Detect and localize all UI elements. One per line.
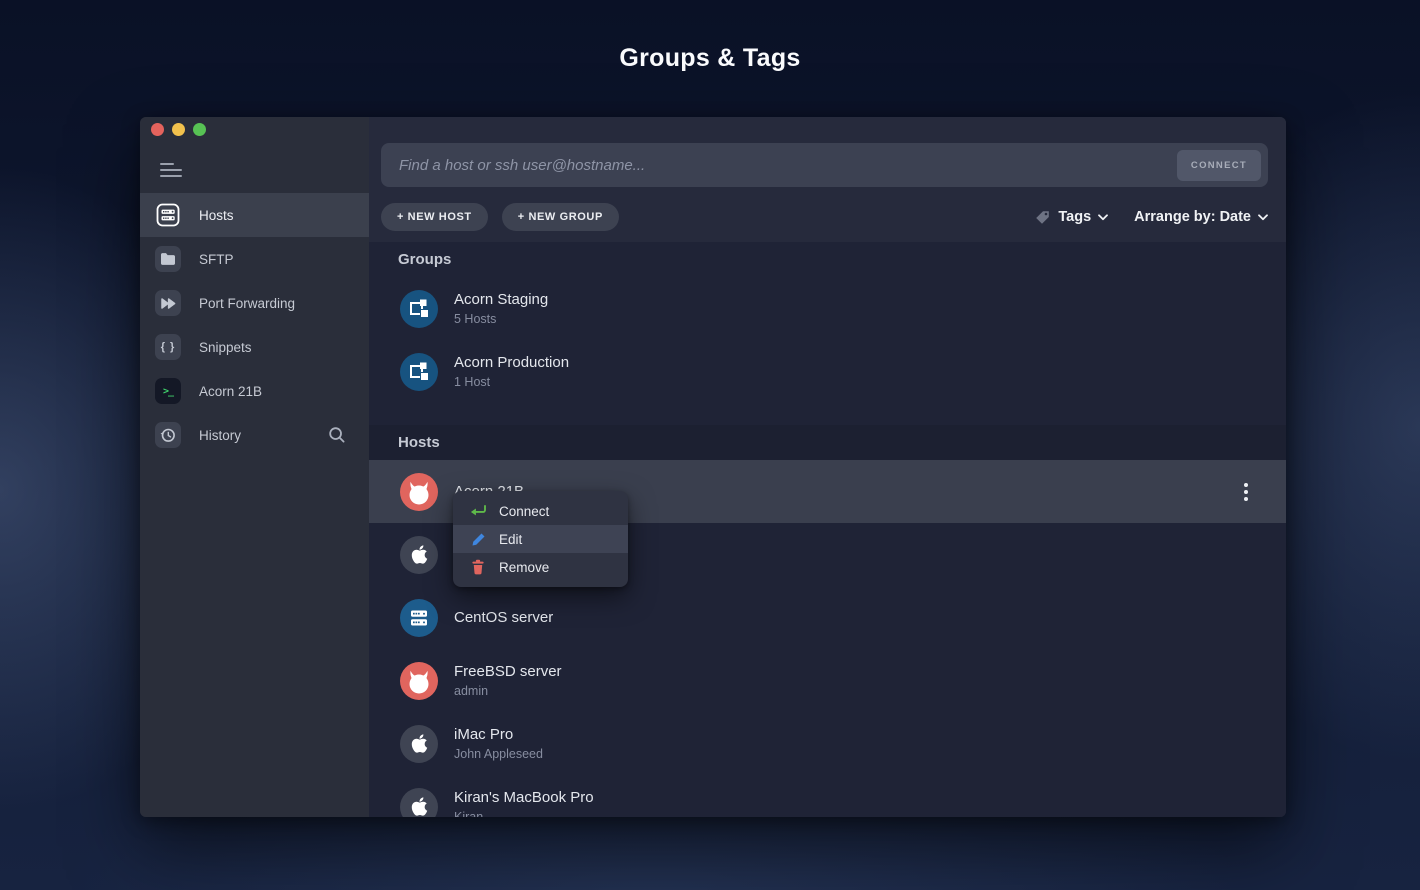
apple-icon xyxy=(400,535,438,574)
tag-icon xyxy=(1036,210,1050,224)
pencil-icon xyxy=(468,532,488,547)
traffic-lights xyxy=(140,117,369,136)
sidebar-item-acorn-21b[interactable]: >_ Acorn 21B xyxy=(140,369,369,413)
list-controls: Tags Arrange by: Date xyxy=(1034,209,1268,226)
sidebar-item-snippets[interactable]: { } Snippets xyxy=(140,325,369,369)
tags-dropdown[interactable]: Tags xyxy=(1034,209,1109,226)
group-name: Acorn Production xyxy=(454,354,570,371)
search-placeholder: Find a host or ssh user@hostname... xyxy=(399,156,646,174)
apple-icon xyxy=(400,724,438,763)
group-host-count: 1 Host xyxy=(454,375,491,389)
trash-icon xyxy=(468,559,488,575)
host-row-kirans-macbook-pro[interactable]: Kiran's MacBook Pro Kiran xyxy=(369,775,1286,817)
forward-arrows-icon xyxy=(155,290,181,316)
host-name: FreeBSD server xyxy=(454,663,562,680)
sidebar-item-port-forwarding[interactable]: Port Forwarding xyxy=(140,281,369,325)
host-row-imac-pro[interactable]: iMac Pro John Appleseed xyxy=(369,712,1286,775)
host-name: Kiran's MacBook Pro xyxy=(454,789,594,806)
sidebar-item-label: Port Forwarding xyxy=(199,295,296,311)
close-window-button[interactable] xyxy=(151,123,164,136)
host-context-menu: Connect Edit Remove xyxy=(453,491,628,587)
terminal-icon: >_ xyxy=(155,378,181,404)
main-panel: Find a host or ssh user@hostname... CONN… xyxy=(369,117,1286,817)
sidebar-nav: Hosts SFTP Port Forwarding {} Snippets … xyxy=(140,193,369,457)
sidebar-item-history[interactable]: History xyxy=(140,413,369,457)
context-menu-item-connect[interactable]: Connect xyxy=(453,497,628,525)
host-name: CentOS server xyxy=(454,609,554,626)
curly-braces-icon: { } xyxy=(155,334,181,360)
host-row-freebsd-server[interactable]: FreeBSD server admin xyxy=(369,649,1286,712)
host-name: iMac Pro xyxy=(454,726,514,743)
apple-icon xyxy=(400,787,438,817)
context-menu-item-remove[interactable]: Remove xyxy=(453,553,628,581)
chevron-down-icon xyxy=(1098,213,1109,220)
freebsd-icon xyxy=(400,472,438,511)
group-icon xyxy=(400,289,438,328)
sidebar-item-label: Hosts xyxy=(199,207,234,223)
arrange-by-dropdown[interactable]: Arrange by: Date xyxy=(1134,209,1268,225)
host-username: Kiran xyxy=(454,810,484,817)
groups-section-header: Groups xyxy=(398,251,452,268)
search-icon[interactable] xyxy=(327,425,347,445)
context-menu-item-edit[interactable]: Edit xyxy=(453,525,628,553)
zoom-window-button[interactable] xyxy=(193,123,206,136)
host-username: admin xyxy=(454,684,489,698)
return-arrow-icon xyxy=(468,504,488,518)
chevron-down-icon xyxy=(1258,213,1268,220)
hosts-section-header: Hosts xyxy=(369,425,1286,460)
group-row-acorn-production[interactable]: Acorn Production 1 Host xyxy=(369,340,1286,403)
page-title: Groups & Tags xyxy=(619,44,801,72)
sidebar-item-hosts[interactable]: Hosts xyxy=(140,193,369,237)
group-name: Acorn Staging xyxy=(454,291,549,308)
group-icon xyxy=(400,352,438,391)
new-host-button[interactable]: + NEW HOST xyxy=(381,203,488,231)
sidebar: Hosts SFTP Port Forwarding {} Snippets … xyxy=(140,117,369,817)
new-group-button[interactable]: + NEW GROUP xyxy=(501,203,619,231)
group-host-count: 5 Hosts xyxy=(454,312,497,326)
app-window: Hosts SFTP Port Forwarding {} Snippets … xyxy=(140,117,1286,817)
sidebar-item-label: History xyxy=(199,427,242,443)
host-username: John Appleseed xyxy=(454,747,543,761)
minimize-window-button[interactable] xyxy=(172,123,185,136)
sidebar-item-label: Snippets xyxy=(199,339,252,355)
menu-hamburger-icon[interactable] xyxy=(160,163,182,177)
group-row-acorn-staging[interactable]: Acorn Staging 5 Hosts xyxy=(369,277,1286,340)
hosts-server-icon xyxy=(155,202,181,228)
freebsd-icon xyxy=(400,661,438,700)
sidebar-item-label: SFTP xyxy=(199,251,234,267)
topbar: Find a host or ssh user@hostname... CONN… xyxy=(369,117,1286,242)
history-clock-icon xyxy=(155,422,181,448)
server-icon xyxy=(400,598,438,637)
sidebar-item-sftp[interactable]: SFTP xyxy=(140,237,369,281)
actions-row: + NEW HOST + NEW GROUP Tags Arrange by: … xyxy=(381,203,1268,231)
host-search-input[interactable]: Find a host or ssh user@hostname... CONN… xyxy=(381,143,1268,187)
folder-icon xyxy=(155,246,181,272)
row-more-options-icon[interactable] xyxy=(1238,477,1254,507)
connect-button[interactable]: CONNECT xyxy=(1176,149,1261,181)
sidebar-item-label: Acorn 21B xyxy=(199,383,263,399)
host-row-centos-server[interactable]: CentOS server xyxy=(369,586,1286,649)
